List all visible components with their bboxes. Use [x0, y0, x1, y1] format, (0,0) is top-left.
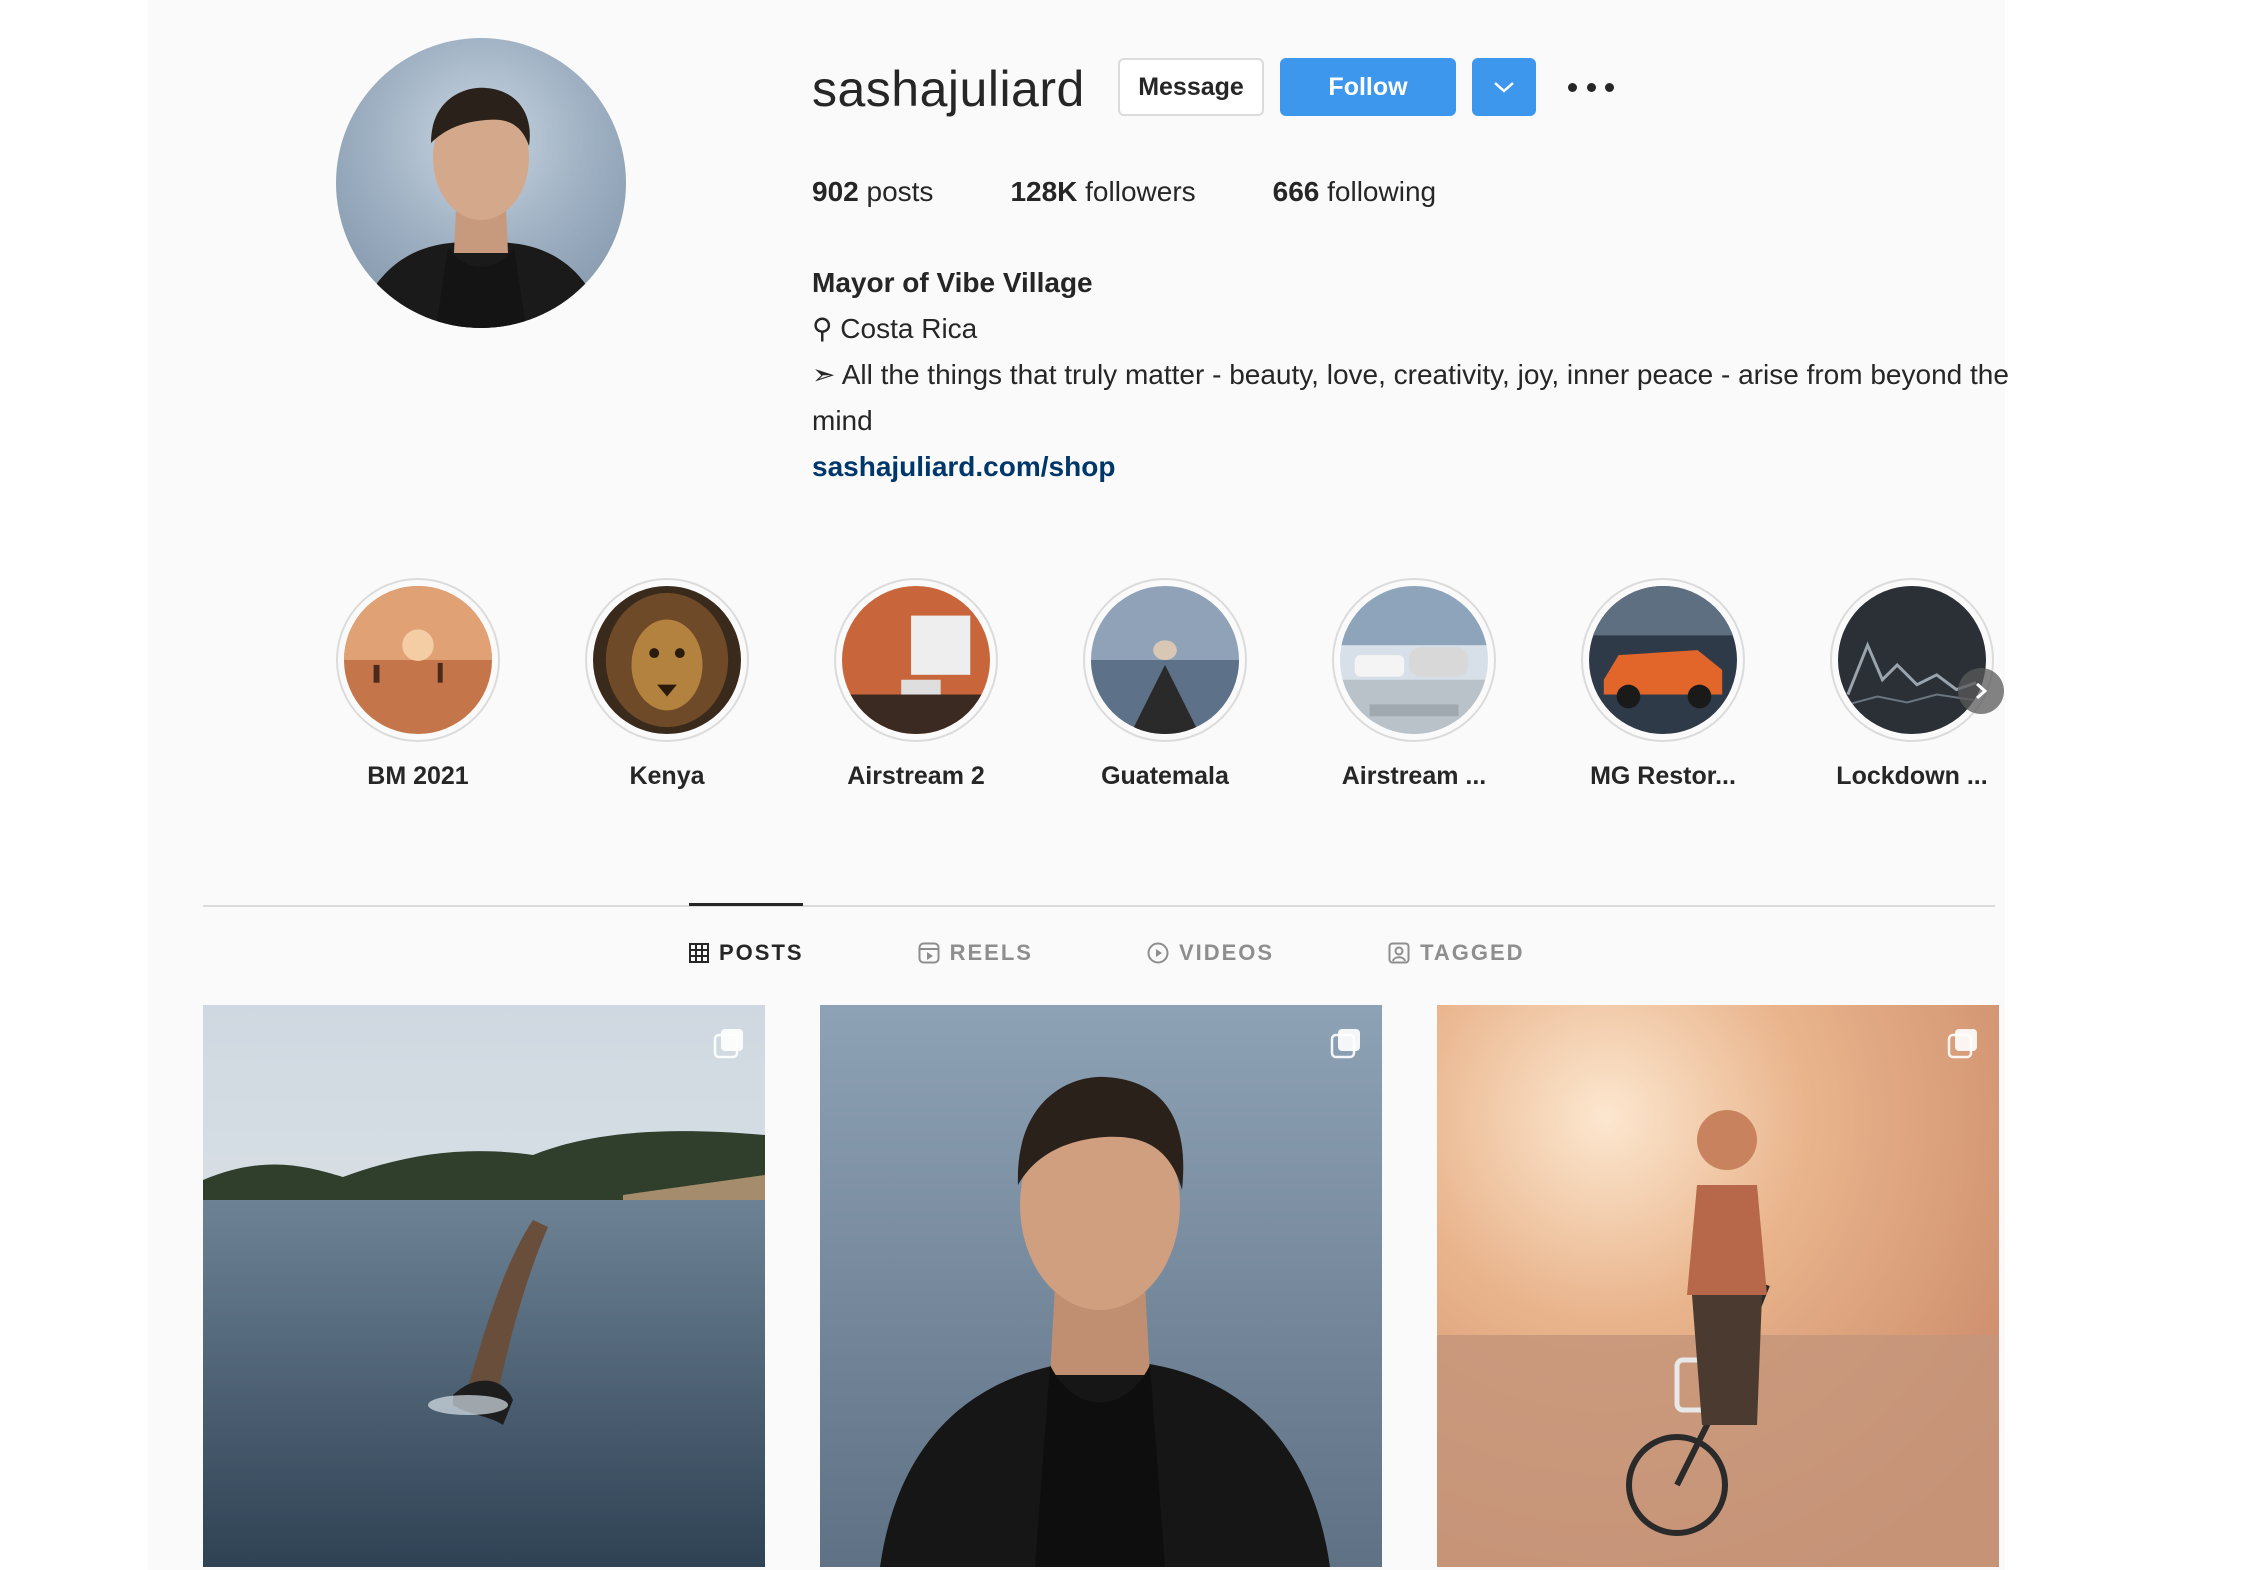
highlight-thumb-airstream: [1340, 586, 1488, 734]
stat-following-label: following: [1327, 176, 1437, 207]
profile-bio: Mayor of Vibe Village ⚲ Costa Rica ➣ All…: [812, 260, 2012, 490]
stat-posts[interactable]: 902 posts: [812, 176, 933, 208]
highlight-label: MG Restor...: [1590, 762, 1736, 790]
avatar-portrait: [356, 87, 606, 328]
multiple-posts-icon: [1947, 1029, 1977, 1059]
highlight-thumb-interior: [842, 586, 990, 734]
arrow-icon: ➣: [812, 359, 836, 390]
highlight-item[interactable]: Kenya: [567, 578, 767, 791]
tab-posts-label: POSTS: [719, 940, 804, 965]
grid-icon: [689, 943, 709, 963]
post-thumbnail-lake[interactable]: [203, 1005, 765, 1567]
stat-following[interactable]: 666 following: [1273, 176, 1436, 208]
tagged-icon: [1388, 942, 1410, 964]
location-pin-icon: ⚲: [812, 313, 833, 344]
highlight-label: Guatemala: [1101, 762, 1229, 790]
post-image-lake: [203, 1005, 765, 1567]
highlight-thumb-desert: [344, 586, 492, 734]
bio-quote-text: All the things that truly matter - beaut…: [812, 359, 2009, 436]
highlights-next-button[interactable]: [1958, 668, 2004, 714]
follow-button[interactable]: Follow: [1280, 58, 1456, 116]
tabs-divider: [203, 905, 1995, 907]
post-image-bicycle: [1437, 1005, 1999, 1567]
highlight-label: Airstream ...: [1341, 762, 1487, 790]
profile-avatar[interactable]: [336, 38, 626, 328]
bio-location: ⚲ Costa Rica: [812, 306, 2012, 352]
highlight-label: Lockdown ...: [1836, 762, 1988, 790]
play-icon: [1147, 942, 1169, 964]
stat-followers-label: followers: [1085, 176, 1196, 207]
profile-page: sashajuliard Message Follow 902 posts 12…: [148, 0, 2009, 1570]
stat-posts-value: 902: [812, 176, 859, 207]
bio-location-text: Costa Rica: [840, 313, 978, 344]
story-highlights: BM 2021 Kenya Airstream 2 Guatemala Airs…: [288, 578, 2004, 798]
tab-posts[interactable]: POSTS: [689, 940, 804, 966]
post-thumbnail-portrait[interactable]: [820, 1005, 1382, 1567]
highlight-label: BM 2021: [367, 762, 469, 790]
tab-reels[interactable]: REELS: [918, 940, 1033, 966]
highlight-item[interactable]: Guatemala: [1065, 578, 1265, 791]
stat-followers[interactable]: 128K followers: [1010, 176, 1195, 208]
stat-followers-value: 128K: [1010, 176, 1078, 207]
more-options-icon[interactable]: [1568, 72, 1614, 102]
multiple-posts-icon: [713, 1029, 743, 1059]
post-thumbnail-bicycle[interactable]: [1437, 1005, 1999, 1567]
highlight-label: Airstream 2: [847, 762, 985, 790]
tab-videos[interactable]: VIDEOS: [1147, 940, 1274, 966]
stat-following-value: 666: [1272, 176, 1320, 207]
reels-icon: [918, 942, 940, 964]
tab-tagged-label: TAGGED: [1420, 940, 1525, 965]
highlight-thumb-boat: [1091, 586, 1239, 734]
chevron-down-icon: [1494, 82, 1514, 93]
highlight-item[interactable]: Airstream ...: [1314, 578, 1514, 791]
username: sashajuliard: [812, 61, 1085, 117]
profile-tabs: POSTS REELS VIDEOS TAGGED: [689, 940, 1639, 966]
post-image-portrait: [820, 1005, 1382, 1567]
suggested-dropdown-button[interactable]: [1472, 58, 1536, 116]
highlight-item[interactable]: MG Restor...: [1563, 578, 1763, 791]
tab-tagged[interactable]: TAGGED: [1388, 940, 1524, 966]
highlight-label: Kenya: [629, 762, 705, 790]
highlight-thumb-chart: [1838, 586, 1986, 734]
chevron-right-icon: [1976, 682, 1988, 700]
highlight-thumb-car: [1589, 586, 1737, 734]
active-tab-indicator: [689, 903, 803, 906]
bio-name: Mayor of Vibe Village: [812, 267, 1093, 298]
profile-stats: 902 posts 128K followers 666 following: [812, 176, 1513, 208]
multiple-posts-icon: [1330, 1029, 1360, 1059]
highlight-item[interactable]: Airstream 2: [816, 578, 1016, 791]
stat-posts-label: posts: [866, 176, 934, 207]
bio-link[interactable]: sashajuliard.com/shop: [812, 444, 2012, 490]
tab-videos-label: VIDEOS: [1178, 940, 1275, 965]
bio-quote: ➣ All the things that truly matter - bea…: [812, 352, 2012, 444]
highlight-item[interactable]: BM 2021: [318, 578, 518, 791]
highlight-thumb-lion: [593, 586, 741, 734]
tab-reels-label: REELS: [949, 940, 1033, 965]
message-button[interactable]: Message: [1118, 58, 1264, 116]
